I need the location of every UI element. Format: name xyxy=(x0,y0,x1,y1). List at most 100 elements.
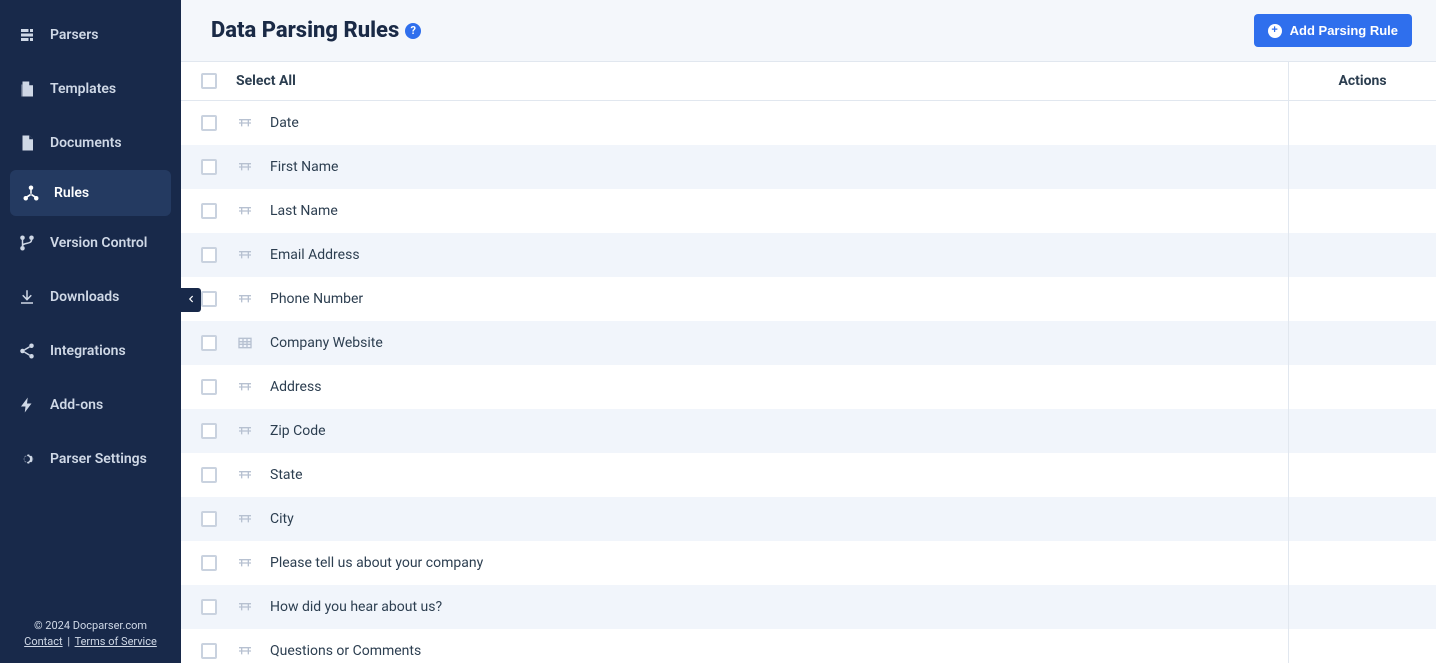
text-type-icon xyxy=(236,511,254,527)
table-row[interactable]: Last Name xyxy=(181,189,1436,233)
title-wrap: Data Parsing Rules ? xyxy=(211,18,421,43)
table-row[interactable]: How did you hear about us? xyxy=(181,585,1436,629)
rule-name: State xyxy=(270,467,303,483)
row-checkbox[interactable] xyxy=(201,467,217,483)
sidebar-item-documents[interactable]: Documents xyxy=(0,116,181,170)
sidebar-item-parser-settings[interactable]: Parser Settings xyxy=(0,432,181,486)
row-checkbox[interactable] xyxy=(201,555,217,571)
rule-name: Email Address xyxy=(270,247,360,263)
row-actions xyxy=(1288,365,1436,409)
table-row[interactable]: Company Website xyxy=(181,321,1436,365)
table-row[interactable]: Date xyxy=(181,101,1436,145)
table-row[interactable]: Address xyxy=(181,365,1436,409)
select-all-label: Select All xyxy=(236,73,1288,89)
sidebar-item-label: Version Control xyxy=(50,235,147,251)
download-icon xyxy=(18,288,36,306)
row-checkbox[interactable] xyxy=(201,379,217,395)
text-type-icon xyxy=(236,115,254,131)
chevron-left-icon xyxy=(186,292,196,308)
row-actions xyxy=(1288,145,1436,189)
actions-header: Actions xyxy=(1288,62,1436,100)
row-actions xyxy=(1288,541,1436,585)
table-row[interactable]: Zip Code xyxy=(181,409,1436,453)
row-actions xyxy=(1288,101,1436,145)
table-row[interactable]: Email Address xyxy=(181,233,1436,277)
row-actions xyxy=(1288,629,1436,663)
table-row[interactable]: First Name xyxy=(181,145,1436,189)
text-type-icon xyxy=(236,203,254,219)
row-actions xyxy=(1288,321,1436,365)
sidebar-item-addons[interactable]: Add-ons xyxy=(0,378,181,432)
sidebar-item-label: Parser Settings xyxy=(50,451,147,467)
add-button-label: Add Parsing Rule xyxy=(1290,23,1398,38)
row-checkbox[interactable] xyxy=(201,115,217,131)
rule-name: Company Website xyxy=(270,335,383,351)
add-parsing-rule-button[interactable]: + Add Parsing Rule xyxy=(1254,14,1412,47)
sidebar-item-label: Integrations xyxy=(50,343,126,359)
rule-name: Last Name xyxy=(270,203,338,219)
rule-name: Please tell us about your company xyxy=(270,555,483,571)
sidebar-item-label: Downloads xyxy=(50,289,119,305)
row-actions xyxy=(1288,277,1436,321)
sidebar-item-label: Documents xyxy=(50,135,122,151)
text-type-icon xyxy=(236,467,254,483)
sidebar-item-label: Add-ons xyxy=(50,397,103,413)
sidebar-footer: © 2024 Docparser.com Contact | Terms of … xyxy=(0,608,181,663)
row-checkbox[interactable] xyxy=(201,247,217,263)
branch-icon xyxy=(18,234,36,252)
row-actions xyxy=(1288,233,1436,277)
rule-name: Address xyxy=(270,379,321,395)
share-icon xyxy=(18,342,36,360)
rule-name: Phone Number xyxy=(270,291,363,307)
row-actions xyxy=(1288,497,1436,541)
rule-name: First Name xyxy=(270,159,338,175)
row-checkbox[interactable] xyxy=(201,643,217,659)
sidebar-item-label: Parsers xyxy=(50,27,98,43)
row-checkbox[interactable] xyxy=(201,159,217,175)
sidebar-item-version-control[interactable]: Version Control xyxy=(0,216,181,270)
table-row[interactable]: Questions or Comments xyxy=(181,629,1436,663)
text-type-icon xyxy=(236,379,254,395)
sidebar-nav: Parsers Templates Documents Rules Versio xyxy=(0,0,181,608)
row-checkbox[interactable] xyxy=(201,203,217,219)
sidebar-item-parsers[interactable]: Parsers xyxy=(0,8,181,62)
sidebar-item-templates[interactable]: Templates xyxy=(0,62,181,116)
table-row[interactable]: State xyxy=(181,453,1436,497)
text-type-icon xyxy=(236,159,254,175)
page-header: Data Parsing Rules ? + Add Parsing Rule xyxy=(181,0,1436,62)
sidebar-item-label: Rules xyxy=(54,185,89,201)
row-checkbox[interactable] xyxy=(201,291,217,307)
row-actions xyxy=(1288,585,1436,629)
table-row[interactable]: Please tell us about your company xyxy=(181,541,1436,585)
page-title: Data Parsing Rules xyxy=(211,18,399,43)
rule-name: Questions or Comments xyxy=(270,643,421,659)
sidebar-item-rules[interactable]: Rules xyxy=(10,170,171,216)
terms-link[interactable]: Terms of Service xyxy=(75,635,157,648)
rules-table: Select All Actions Date First Name Last xyxy=(181,62,1436,663)
parsers-icon xyxy=(18,26,36,44)
sidebar-item-integrations[interactable]: Integrations xyxy=(0,324,181,378)
row-checkbox[interactable] xyxy=(201,335,217,351)
row-checkbox[interactable] xyxy=(201,599,217,615)
sidebar-item-label: Templates xyxy=(50,81,116,97)
sidebar-item-downloads[interactable]: Downloads xyxy=(0,270,181,324)
sidebar-collapse-handle[interactable] xyxy=(181,288,201,312)
select-all-checkbox[interactable] xyxy=(201,73,217,89)
text-type-icon xyxy=(236,643,254,659)
rules-icon xyxy=(22,184,40,202)
help-icon[interactable]: ? xyxy=(405,23,421,39)
row-actions xyxy=(1288,409,1436,453)
rules-rows: Date First Name Last Name Email Address xyxy=(181,101,1436,663)
templates-icon xyxy=(18,80,36,98)
row-checkbox[interactable] xyxy=(201,511,217,527)
row-checkbox[interactable] xyxy=(201,423,217,439)
text-type-icon xyxy=(236,247,254,263)
table-row[interactable]: City xyxy=(181,497,1436,541)
text-type-icon xyxy=(236,555,254,571)
table-row[interactable]: Phone Number xyxy=(181,277,1436,321)
contact-link[interactable]: Contact xyxy=(24,635,62,648)
row-actions xyxy=(1288,453,1436,497)
bolt-icon xyxy=(18,396,36,414)
documents-icon xyxy=(18,134,36,152)
text-type-icon xyxy=(236,291,254,307)
